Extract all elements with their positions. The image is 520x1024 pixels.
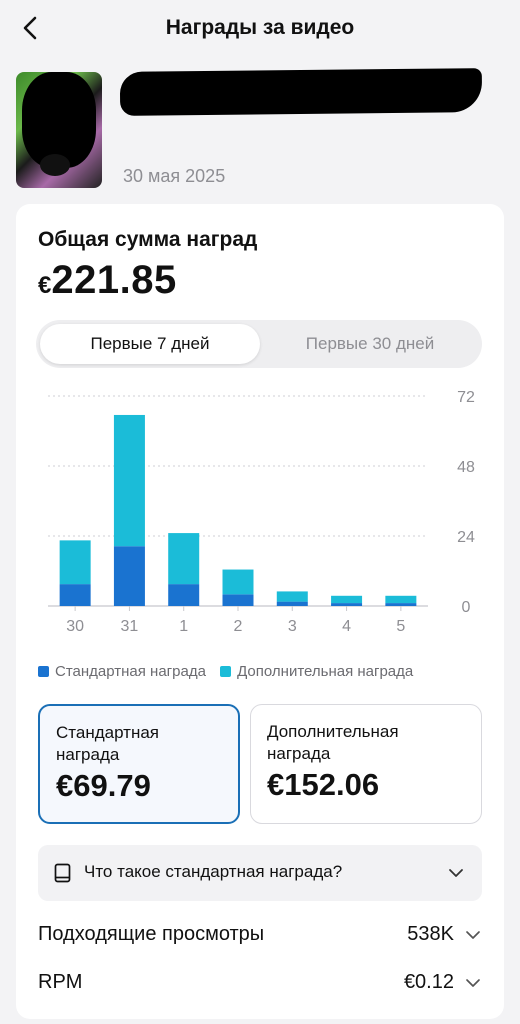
- legend-swatch-additional: [220, 665, 232, 677]
- x-tick-label: 30: [66, 618, 84, 635]
- bar-additional-5: [385, 595, 417, 604]
- legend-label-standard: Стандартная награда: [55, 662, 206, 680]
- bar-additional-3: [276, 591, 308, 602]
- legend-swatch-standard: [38, 665, 49, 677]
- legend-label-additional: Дополнительная награда: [237, 662, 414, 680]
- bar-standard-1: [168, 584, 200, 606]
- rewards-bar-chart: 0 24 48 72 30 31 1 2 3 4 5: [38, 384, 488, 635]
- rpm-row[interactable]: RPM €0.12: [38, 968, 482, 998]
- bar-standard-30: [59, 584, 91, 606]
- legend-item-standard: Стандартная награда: [38, 663, 206, 680]
- standard-reward-info-text: Что такое стандартная награда?: [84, 862, 343, 881]
- standard-reward-box[interactable]: Стандартная награда €69.79: [38, 704, 240, 824]
- y-tick-label: 24: [457, 529, 475, 546]
- y-tick-label: 0: [462, 599, 471, 616]
- qualified-views-value: 538K: [407, 923, 454, 945]
- bar-additional-30: [59, 540, 91, 585]
- tab-first-7-days[interactable]: Первые 7 дней: [40, 324, 260, 364]
- rewards-chart-svg: 0 24 48 72 30 31 1 2 3 4 5: [48, 389, 475, 635]
- x-tick-label: 2: [234, 618, 243, 635]
- x-tick-label: 4: [342, 618, 351, 635]
- x-tick-label: 31: [121, 618, 139, 635]
- y-tick-label: 48: [457, 459, 475, 476]
- total-currency-symbol: €: [38, 272, 52, 299]
- standard-reward-label: Стандартная награда: [56, 723, 160, 764]
- qualified-views-label: Подходящие просмотры: [38, 923, 265, 945]
- bar-additional-4: [331, 595, 363, 604]
- chevron-down-icon: [449, 869, 463, 877]
- bar-standard-31: [113, 546, 145, 606]
- x-tick-label: 1: [179, 618, 188, 635]
- bar-additional-31: [113, 414, 145, 547]
- video-info[interactable]: 30 мая 2025: [16, 68, 506, 190]
- bar-standard-3: [276, 601, 308, 606]
- x-tick-label: 3: [288, 618, 297, 635]
- period-segmented-control: Первые 7 дней Первые 30 дней: [36, 320, 482, 368]
- chevron-down-icon: [466, 979, 480, 987]
- total-amount-value: 221.85: [51, 258, 177, 302]
- bar-standard-4: [331, 603, 363, 606]
- rpm-label: RPM: [38, 971, 83, 993]
- top-bar: Награды за видео: [0, 0, 520, 60]
- tab-first-30-days[interactable]: Первые 30 дней: [262, 324, 478, 364]
- bar-standard-5: [385, 603, 417, 606]
- bar-additional-2: [222, 569, 254, 595]
- rewards-card: Общая сумма наград €221.85 Первые 7 дней…: [16, 204, 504, 1019]
- bar-additional-1: [168, 533, 200, 585]
- standard-reward-info-row[interactable]: Что такое стандартная награда?: [38, 845, 482, 901]
- video-date: 30 мая 2025: [123, 166, 226, 186]
- book-icon: [54, 863, 71, 883]
- rpm-value: €0.12: [403, 971, 454, 993]
- additional-reward-box[interactable]: Дополнительная награда €152.06: [250, 704, 482, 824]
- additional-reward-label: Дополнительная награда: [267, 722, 399, 763]
- qualified-views-row[interactable]: Подходящие просмотры 538K: [38, 920, 482, 950]
- chart-legend: Стандартная награда Дополнительная награ…: [38, 662, 423, 682]
- chevron-down-icon: [466, 931, 480, 939]
- video-title-redacted: [119, 68, 483, 116]
- page-title: Награды за видео: [165, 16, 355, 39]
- video-thumbnail[interactable]: [16, 72, 102, 188]
- total-rewards-label: Общая сумма наград: [38, 228, 258, 251]
- bar-standard-2: [222, 594, 254, 606]
- x-tick-label: 5: [396, 618, 405, 635]
- standard-reward-value: €69.79: [56, 768, 151, 803]
- y-tick-label: 72: [457, 389, 475, 406]
- additional-reward-value: €152.06: [267, 767, 380, 802]
- total-rewards-amount: €221.85: [38, 258, 177, 303]
- legend-item-additional: Дополнительная награда: [220, 663, 413, 680]
